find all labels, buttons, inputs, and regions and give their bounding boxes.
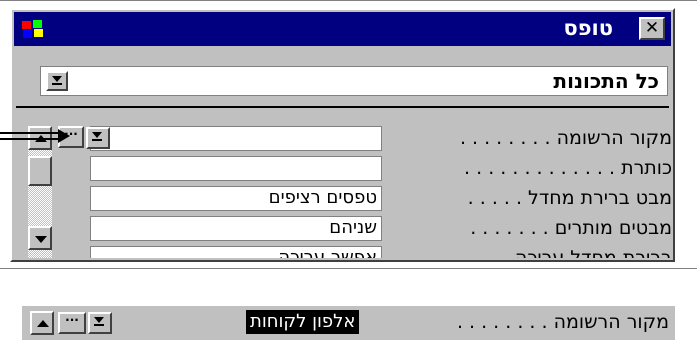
separator-line xyxy=(16,106,669,108)
access-form-icon xyxy=(22,20,43,38)
property-label: מקור הרשומה . . . . . . . . xyxy=(459,127,672,149)
scroll-up-arrow-icon[interactable] xyxy=(30,311,54,335)
double-arrow-pointer-icon xyxy=(0,129,70,143)
scrollbar-thumb[interactable] xyxy=(28,156,52,186)
scroll-down-arrow-icon[interactable] xyxy=(28,226,52,250)
property-value-field[interactable]: אפשר עריכה xyxy=(90,246,382,258)
form-properties-window: טופס ✕ כל התכונות מקור הרשומה . . . . . … xyxy=(10,8,675,262)
property-row[interactable]: כותרת . . . . . . . . . . . . . xyxy=(86,154,672,184)
background-divider-top xyxy=(0,0,697,1)
property-label: כותרת . . . . . . . . . . . . . xyxy=(464,157,672,179)
dropdown-arrow-icon[interactable] xyxy=(86,127,110,149)
record-source-label: מקור הרשומה . . . . . . . . xyxy=(456,311,669,333)
close-icon: ✕ xyxy=(644,18,660,38)
property-row-partial[interactable]: אפשר עריכה ברירת מחדל עריכה xyxy=(86,244,672,258)
property-row[interactable]: שניהם מבטים מותרים . . . . . . . xyxy=(86,214,672,244)
property-label: ברירת מחדל עריכה xyxy=(514,247,672,258)
property-row[interactable]: טפסים רציפים מבט ברירת מחדל . . . . . xyxy=(86,184,672,214)
property-value-field[interactable]: שניהם xyxy=(90,216,382,241)
property-value-field[interactable]: טפסים רציפים xyxy=(90,186,382,211)
selector-value: כל התכונות xyxy=(553,69,659,93)
property-value-field[interactable] xyxy=(90,156,382,181)
property-row[interactable]: מקור הרשומה . . . . . . . . xyxy=(86,124,672,154)
property-value-field[interactable] xyxy=(90,126,382,151)
dropdown-arrow-icon[interactable] xyxy=(88,312,112,334)
background-divider-middle xyxy=(0,268,697,269)
record-source-strip: ··· אלפון לקוחות מקור הרשומה . . . . . .… xyxy=(22,306,675,340)
record-source-value[interactable]: אלפון לקוחות xyxy=(246,310,360,334)
title-bar[interactable]: טופס ✕ xyxy=(14,12,671,46)
object-selector[interactable]: כל התכונות xyxy=(40,66,668,96)
property-label: מבטים מותרים . . . . . . . xyxy=(470,217,672,239)
vertical-scrollbar[interactable] xyxy=(28,126,52,258)
builder-ellipsis-icon[interactable]: ··· xyxy=(58,312,86,334)
property-label: מבט ברירת מחדל . . . . . xyxy=(467,187,672,209)
dropdown-arrow-icon[interactable] xyxy=(46,71,68,91)
close-button[interactable]: ✕ xyxy=(639,17,665,40)
window-title: טופס xyxy=(563,16,613,40)
